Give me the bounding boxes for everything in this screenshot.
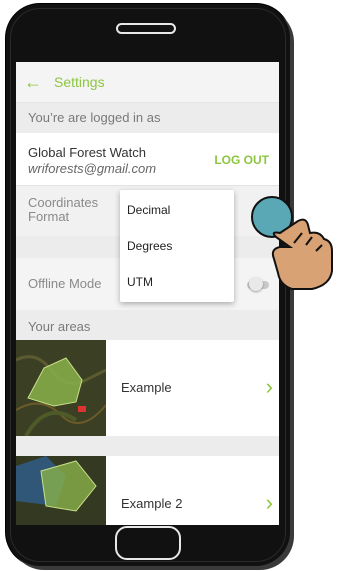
area-name: Example — [121, 380, 172, 395]
account-row: Global Forest Watch wriforests@gmail.com… — [16, 133, 279, 185]
page-title: Settings — [54, 74, 105, 90]
area-map-thumbnail-2 — [16, 456, 106, 525]
account-name: Global Forest Watch — [28, 145, 147, 160]
offline-mode-label: Offline Mode — [28, 276, 102, 291]
coordinates-label-line1: Coordinates — [28, 195, 99, 210]
your-areas-label: Your areas — [28, 319, 91, 334]
home-button[interactable] — [115, 526, 181, 560]
dropdown-option-decimal[interactable]: Decimal — [120, 192, 234, 228]
logged-in-label: You’re are logged in as — [16, 103, 279, 133]
dropdown-option-utm[interactable]: UTM — [120, 264, 234, 300]
coordinates-format-dropdown: Decimal Degrees UTM — [120, 190, 234, 302]
back-arrow-icon[interactable]: ← — [16, 73, 50, 91]
logout-button[interactable]: LOG OUT — [214, 153, 269, 167]
phone-speaker — [116, 23, 176, 34]
chevron-right-icon[interactable]: › — [266, 374, 273, 400]
account-email: wriforests@gmail.com — [28, 161, 157, 176]
area-row-2[interactable]: Example 2 › — [16, 456, 279, 525]
area-map-thumbnail — [16, 340, 106, 436]
area-row-1[interactable]: Example › — [16, 340, 279, 436]
tap-hand-icon — [251, 196, 333, 290]
area-name-2: Example 2 — [121, 496, 183, 511]
chevron-right-icon-2[interactable]: › — [266, 490, 273, 516]
top-bar: ← Settings — [16, 62, 279, 103]
area-gap — [16, 436, 279, 456]
coordinates-label-line2: Format — [28, 209, 70, 224]
dropdown-option-degrees[interactable]: Degrees — [120, 228, 234, 264]
coordinates-format-label: Coordinates Format — [28, 196, 118, 224]
